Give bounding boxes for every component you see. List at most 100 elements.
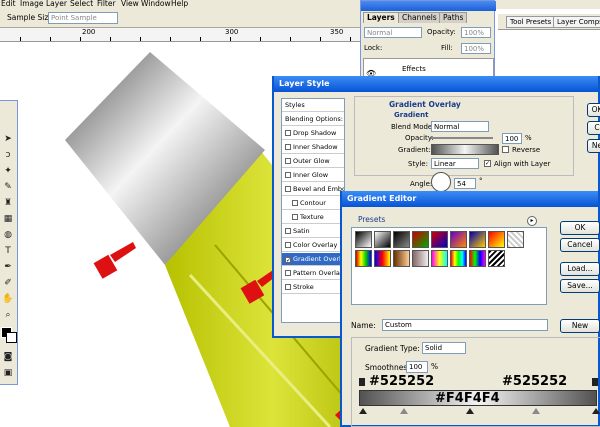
checkbox[interactable] — [285, 186, 291, 192]
magic-wand-icon[interactable]: ✦ — [2, 165, 14, 177]
quick-mask-icon[interactable]: ◙ — [2, 351, 14, 363]
lasso-tool-icon[interactable]: ↄ — [2, 149, 14, 161]
cancel-button[interactable]: Cancel — [560, 238, 600, 252]
ok-button[interactable]: OK — [560, 221, 600, 235]
opacity-stop-right[interactable] — [592, 378, 598, 386]
checkbox[interactable] — [285, 144, 291, 150]
checkbox[interactable] — [292, 214, 298, 220]
brush-tool-icon[interactable]: ✎ — [2, 181, 14, 193]
blend-mode-select[interactable]: Normal — [431, 121, 489, 132]
checkbox[interactable] — [285, 242, 291, 248]
style-select[interactable]: Linear — [431, 158, 479, 169]
preset-swatch[interactable] — [450, 231, 467, 248]
checkbox[interactable] — [285, 270, 291, 276]
style-item-color-overlay[interactable]: Color Overlay — [282, 239, 344, 252]
preset-swatch[interactable] — [488, 250, 505, 267]
new-gradient-button[interactable]: New — [560, 319, 600, 333]
preset-swatch[interactable] — [355, 250, 372, 267]
reverse-checkbox[interactable] — [502, 146, 509, 153]
preset-swatch[interactable] — [431, 231, 448, 248]
preset-swatch[interactable] — [469, 231, 486, 248]
background-color-swatch[interactable] — [6, 332, 17, 343]
tab-paths[interactable]: Paths — [439, 12, 468, 23]
style-item-stroke[interactable]: Stroke — [282, 281, 344, 294]
preset-swatch[interactable] — [355, 231, 372, 248]
preset-swatch[interactable] — [393, 231, 410, 248]
style-item-contour[interactable]: Contour — [282, 197, 344, 210]
angle-dial[interactable] — [431, 172, 451, 192]
checkbox[interactable] — [292, 200, 298, 206]
tab-layer-comps[interactable]: Layer Comps — [553, 16, 600, 28]
gradient-type-select[interactable]: Solid — [422, 342, 466, 354]
pen-tool-icon[interactable]: ✒ — [2, 261, 14, 273]
color-stop-mid[interactable] — [466, 408, 474, 414]
menu-help[interactable]: Help — [171, 0, 188, 8]
preset-swatch[interactable] — [431, 250, 448, 267]
load-button[interactable]: Load... — [560, 262, 600, 276]
color-stop[interactable] — [532, 408, 540, 414]
opacity-stop-left[interactable] — [359, 378, 365, 386]
stamp-tool-icon[interactable]: ♜ — [2, 197, 14, 209]
style-item-satin[interactable]: Satin — [282, 225, 344, 238]
color-stop[interactable] — [400, 408, 408, 414]
menu-view[interactable]: View — [121, 0, 139, 8]
menu-edit[interactable]: Edit — [1, 0, 16, 8]
preset-swatch[interactable] — [374, 231, 391, 248]
new-style-button[interactable]: Ne — [587, 139, 600, 153]
smoothness-field[interactable]: 100 — [406, 361, 428, 373]
type-tool-icon[interactable]: T — [2, 245, 14, 257]
eyedropper-icon[interactable]: ✐ — [2, 277, 14, 289]
presets-menu-icon[interactable]: ▸ — [527, 216, 537, 226]
color-stop-right[interactable] — [592, 408, 600, 414]
fill-field[interactable]: 100% — [461, 43, 491, 54]
preset-swatch[interactable] — [412, 231, 429, 248]
menu-layer[interactable]: Layer — [46, 0, 67, 8]
gradient-tool-icon[interactable]: ▦ — [2, 213, 14, 225]
style-item-texture[interactable]: Texture — [282, 211, 344, 224]
style-item-styles[interactable]: Styles — [282, 99, 344, 112]
checkbox[interactable] — [285, 172, 291, 178]
zoom-tool-icon[interactable]: ⌕ — [2, 309, 14, 321]
move-tool-icon[interactable]: ➤ — [2, 133, 14, 145]
preset-swatch[interactable] — [507, 231, 524, 248]
ok-button[interactable]: OK — [587, 103, 600, 117]
screen-mode-icon[interactable]: ▣ — [2, 367, 14, 379]
opacity-field[interactable]: 100 — [502, 133, 522, 144]
style-item-gradient-overlay[interactable]: ✓ Gradient Overlay — [282, 253, 344, 266]
cancel-button[interactable]: C — [587, 121, 600, 135]
tab-channels[interactable]: Channels — [398, 12, 441, 23]
preset-swatch[interactable] — [469, 250, 486, 267]
preset-swatch[interactable] — [450, 250, 467, 267]
layer-blend-mode-select[interactable]: Normal — [364, 27, 422, 38]
tab-layers[interactable]: Layers — [363, 12, 399, 23]
tab-tool-presets[interactable]: Tool Presets — [506, 16, 556, 28]
save-button[interactable]: Save... — [560, 279, 600, 293]
checkbox[interactable] — [285, 130, 291, 136]
effects-row[interactable]: Effects — [402, 65, 426, 73]
menu-image[interactable]: Image — [20, 0, 44, 8]
style-item-pattern-overlay[interactable]: Pattern Overlay — [282, 267, 344, 280]
style-item-inner-glow[interactable]: Inner Glow — [282, 169, 344, 182]
gradient-preview[interactable] — [431, 144, 499, 155]
style-item-drop-shadow[interactable]: Drop Shadow — [282, 127, 344, 140]
checkbox[interactable] — [285, 158, 291, 164]
preset-swatch[interactable] — [488, 231, 505, 248]
blur-tool-icon[interactable]: ◍ — [2, 229, 14, 241]
style-item-bevel[interactable]: Bevel and Emboss — [282, 183, 344, 196]
angle-field[interactable]: 54 — [454, 178, 476, 189]
preset-swatch[interactable] — [374, 250, 391, 267]
menu-filter[interactable]: Filter — [97, 0, 116, 8]
hand-tool-icon[interactable]: ✋ — [2, 293, 14, 305]
align-checkbox[interactable]: ✓ — [484, 160, 491, 167]
menu-select[interactable]: Select — [70, 0, 93, 8]
opacity-slider[interactable] — [431, 137, 493, 139]
checkbox[interactable] — [285, 228, 291, 234]
sample-size-select[interactable]: Point Sample — [48, 12, 118, 24]
style-item-outer-glow[interactable]: Outer Glow — [282, 155, 344, 168]
style-item-inner-shadow[interactable]: Inner Shadow — [282, 141, 344, 154]
preset-swatch[interactable] — [393, 250, 410, 267]
style-item-blending[interactable]: Blending Options: Default — [282, 113, 344, 126]
menu-window[interactable]: Window — [141, 0, 171, 8]
checkbox-checked[interactable]: ✓ — [285, 257, 291, 264]
name-field[interactable]: Custom — [382, 319, 548, 331]
